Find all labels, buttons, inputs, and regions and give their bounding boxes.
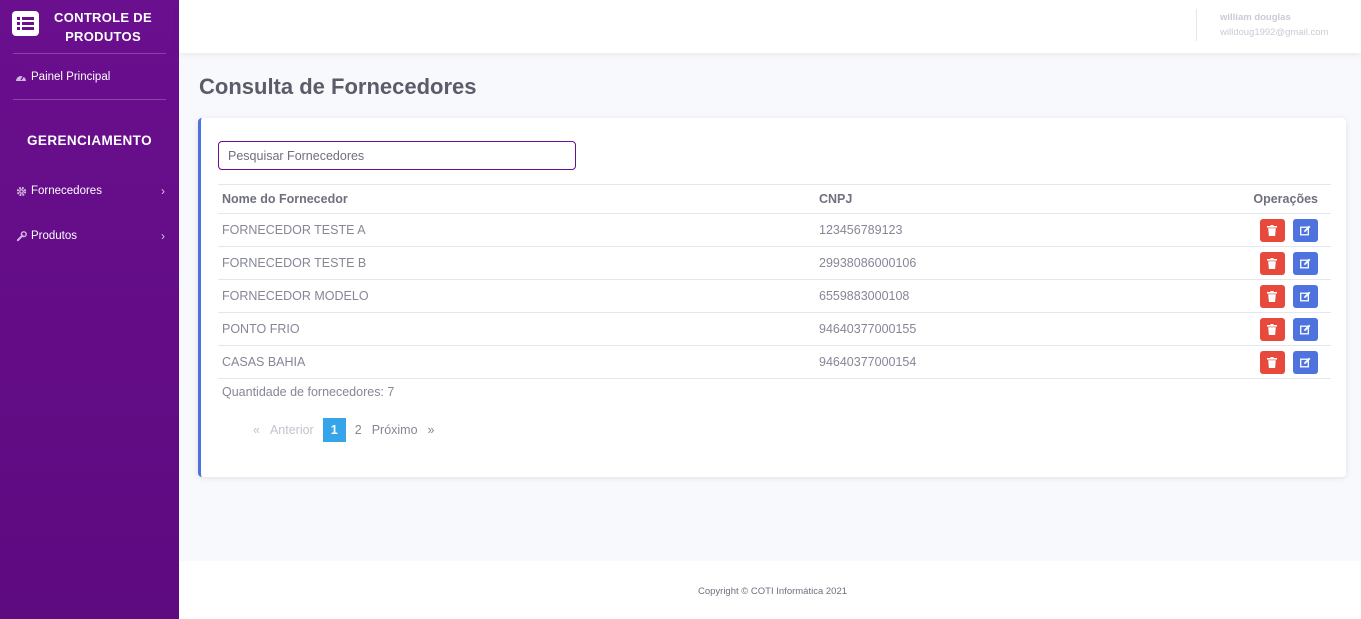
sidebar-item-label: Painel Principal (31, 71, 111, 83)
sidebar-item-produtos[interactable]: Produtos › (15, 229, 165, 243)
list-icon (12, 11, 39, 36)
sidebar-item-label: Fornecedores (31, 185, 102, 197)
table-header-row: Nome do Fornecedor CNPJ Operações (218, 184, 1331, 214)
edit-button[interactable] (1293, 284, 1318, 308)
edit-button[interactable] (1293, 350, 1318, 374)
page-title: Consulta de Fornecedores (199, 74, 477, 99)
row-operations (1105, 312, 1331, 346)
wrench-icon (15, 230, 27, 242)
supplier-name: FORNECEDOR TESTE B (218, 246, 815, 280)
table-row: FORNECEDOR MODELO 6559883000108 (218, 279, 1331, 313)
sidebar-item-painel-principal[interactable]: Painel Principal (15, 71, 165, 83)
row-operations (1105, 246, 1331, 280)
user-name[interactable]: william douglas (1220, 12, 1291, 23)
table-row: PONTO FRIO 94640377000155 (218, 312, 1331, 346)
row-operations (1105, 345, 1331, 379)
edit-button[interactable] (1293, 317, 1318, 341)
edit-button[interactable] (1293, 218, 1318, 242)
pagination-next[interactable]: Próximo (372, 423, 418, 437)
supplier-name: PONTO FRIO (218, 312, 815, 346)
table-row: CASAS BAHIA 94640377000154 (218, 345, 1331, 379)
delete-button[interactable] (1260, 284, 1285, 308)
supplier-name: CASAS BAHIA (218, 345, 815, 379)
column-header-name: Nome do Fornecedor (218, 184, 815, 214)
pagination-next-arrow[interactable]: » (428, 423, 435, 437)
supplier-cnpj: 94640377000154 (815, 345, 1106, 379)
supplier-count: Quantidade de fornecedores: 7 (222, 385, 395, 399)
suppliers-table: Nome do Fornecedor CNPJ Operações FORNEC… (218, 184, 1331, 379)
brand-title-line2: PRODUTOS (65, 29, 141, 44)
pagination-page-2[interactable]: 2 (355, 423, 362, 437)
gear-icon (15, 185, 27, 197)
pagination: « Anterior 1 2 Próximo » (253, 418, 434, 442)
sidebar: CONTROLE DE PRODUTOS Painel Principal GE… (0, 0, 179, 619)
row-operations (1105, 279, 1331, 313)
pagination-prev-arrow: « (253, 423, 260, 437)
edit-button[interactable] (1293, 251, 1318, 275)
sidebar-heading: GERENCIAMENTO (27, 133, 152, 148)
sidebar-divider (13, 53, 166, 54)
column-header-cnpj: CNPJ (815, 184, 1106, 214)
copyright: Copyright © COTI Informática 2021 (697, 586, 848, 597)
supplier-cnpj: 94640377000155 (815, 312, 1106, 346)
brand[interactable]: CONTROLE DE PRODUTOS (0, 0, 179, 53)
pagination-previous: Anterior (269, 423, 314, 437)
suppliers-card: Nome do Fornecedor CNPJ Operações FORNEC… (198, 118, 1346, 477)
topbar-divider (1196, 9, 1197, 41)
table-row: FORNECEDOR TESTE A 123456789123 (218, 213, 1331, 247)
chevron-right-icon: › (161, 229, 165, 243)
gauge-icon (15, 71, 27, 83)
brand-title: CONTROLE DE PRODUTOS (50, 8, 156, 46)
supplier-cnpj: 123456789123 (815, 213, 1106, 247)
sidebar-item-label: Produtos (31, 230, 78, 242)
sidebar-divider (13, 99, 166, 100)
column-header-operations: Operações (1105, 184, 1331, 214)
sidebar-item-fornecedores[interactable]: Fornecedores › (15, 184, 165, 198)
user-email: willdoug1992@gmail.com (1220, 27, 1329, 38)
search-input[interactable] (218, 141, 576, 170)
footer: Copyright © COTI Informática 2021 (179, 561, 1361, 619)
delete-button[interactable] (1260, 251, 1285, 275)
topbar: william douglas willdoug1992@gmail.com (179, 0, 1361, 53)
delete-button[interactable] (1260, 317, 1285, 341)
supplier-name: FORNECEDOR TESTE A (218, 213, 815, 247)
supplier-cnpj: 29938086000106 (815, 246, 1106, 280)
table-row: FORNECEDOR TESTE B 29938086000106 (218, 246, 1331, 280)
pagination-page-1[interactable]: 1 (322, 418, 346, 442)
delete-button[interactable] (1260, 350, 1285, 374)
row-operations (1105, 213, 1331, 247)
supplier-name: FORNECEDOR MODELO (218, 279, 815, 313)
brand-title-line1: CONTROLE DE (54, 10, 152, 25)
supplier-cnpj: 6559883000108 (815, 279, 1106, 313)
chevron-right-icon: › (161, 184, 165, 198)
delete-button[interactable] (1260, 218, 1285, 242)
